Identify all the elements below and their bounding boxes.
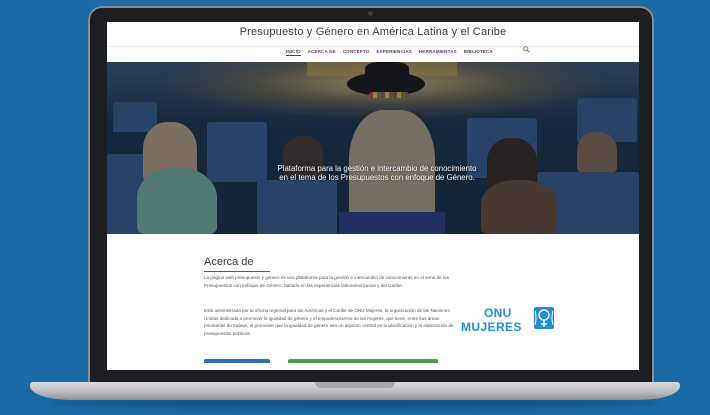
nav-item-concepto[interactable]: CONCEPTO xyxy=(343,49,370,56)
search-icon[interactable] xyxy=(523,46,530,53)
nav-item-inicio[interactable]: INICIO xyxy=(286,49,301,56)
nav-item-experiencias[interactable]: EXPERIENCIAS xyxy=(376,49,411,56)
green-button[interactable] xyxy=(288,359,438,363)
logo-mujeres-text: MUJERES xyxy=(461,320,522,334)
laptop-screen: Presupuesto y Género en América Latina y… xyxy=(107,22,639,370)
onu-mujeres-logo: ONU MUJERES xyxy=(461,305,557,335)
hero-banner: Plataforma para la gestión e intercambio… xyxy=(107,62,639,234)
about-paragraph-2: Está administrada por la oficina regiona… xyxy=(204,308,454,336)
laptop-notch xyxy=(315,382,395,388)
main-nav: INICIO ACERCA DE CONCEPTO EXPERIENCIAS H… xyxy=(107,46,639,59)
hero-tagline-line1: Plataforma para la gestión e intercambio… xyxy=(277,164,477,173)
about-buttons xyxy=(204,359,438,363)
hero-overlay xyxy=(107,62,639,234)
un-women-emblem-icon xyxy=(534,307,554,329)
hero-tagline-line2: en el tema de los Presupuestos con enfoq… xyxy=(279,173,475,182)
camera-icon xyxy=(368,11,373,16)
logo-onu-text: ONU xyxy=(484,306,512,320)
hero-tagline: Plataforma para la gestión e intercambio… xyxy=(227,164,527,182)
site-title[interactable]: Presupuesto y Género en América Latina y… xyxy=(107,26,639,38)
about-heading-underline xyxy=(204,271,270,272)
about-heading: Acerca de xyxy=(204,256,254,268)
nav-item-acerca-de[interactable]: ACERCA DE xyxy=(308,49,336,56)
about-paragraph-1: La página web presupuesto y género es un… xyxy=(204,275,449,288)
nav-item-herramientas[interactable]: HERRAMIENTAS xyxy=(419,49,457,56)
blue-button[interactable] xyxy=(204,359,270,363)
nav-item-biblioteca[interactable]: BIBLIOTECA xyxy=(464,49,493,56)
